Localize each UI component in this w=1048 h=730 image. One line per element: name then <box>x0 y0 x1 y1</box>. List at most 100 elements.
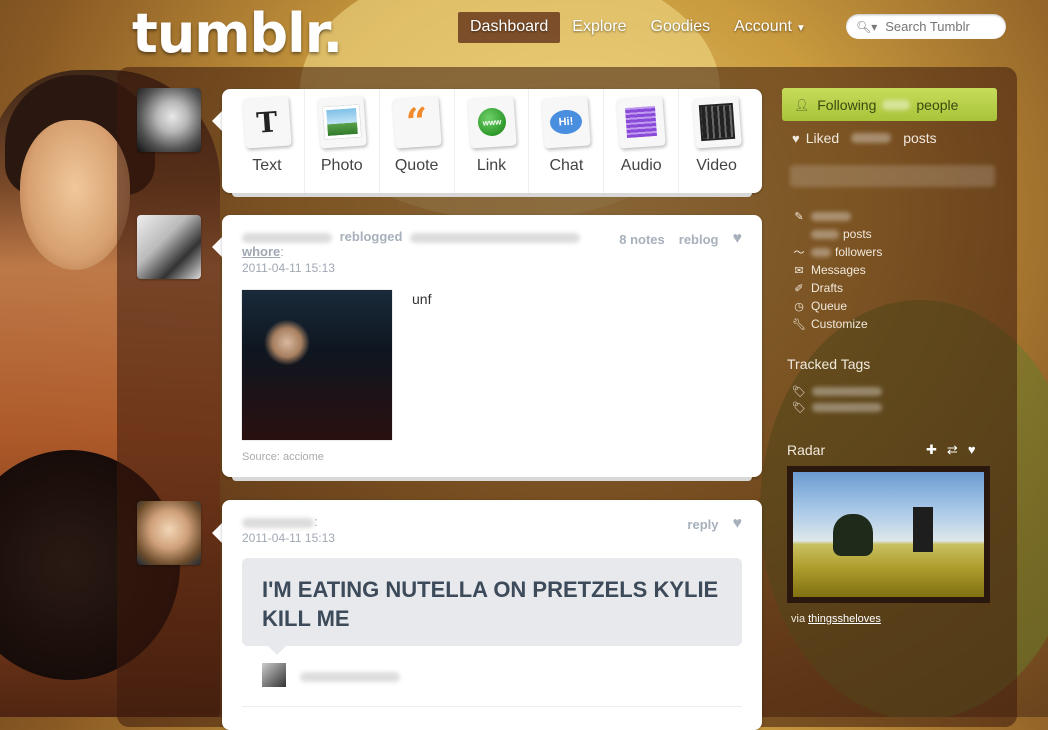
tracked-tag[interactable]: 🏷︎ <box>792 383 882 399</box>
post-header: : <box>242 514 742 529</box>
sidebar-item-customize[interactable]: 🔧︎ Customize <box>792 315 882 333</box>
tracked-tags-list: 🏷︎ 🏷︎ <box>792 383 882 415</box>
post-controls: reply ♥ <box>687 515 742 533</box>
post-type-label: Photo <box>320 157 363 174</box>
redacted-tag <box>811 386 882 396</box>
redacted-blog-name[interactable] <box>790 165 995 187</box>
chat-bubble: I'M EATING NUTELLA ON PRETZELS KYLIE KIL… <box>242 558 742 655</box>
background-character-face <box>20 120 130 270</box>
liked-link[interactable]: ♥ Liked posts <box>792 130 937 146</box>
post-type-composer: T Text Photo “ Quote www Link Hi! Chat A… <box>222 89 762 197</box>
radar-title: Radar <box>787 442 826 458</box>
reblog-icon[interactable]: ⇄ <box>947 442 958 458</box>
avatar-pointer <box>212 523 222 543</box>
nav-dashboard[interactable]: Dashboard <box>458 12 561 43</box>
chevron-down-icon: ▼ <box>795 23 806 34</box>
radar-actions: ✚ ⇄ ♥ <box>926 442 976 458</box>
clock-icon: ◷ <box>794 300 804 313</box>
post-type-label: Audio <box>620 157 662 174</box>
post-author-avatar[interactable] <box>137 501 201 565</box>
text-icon: T <box>242 95 292 149</box>
post-date: 2011-04-11 15:13 <box>242 531 335 545</box>
post-type-text[interactable]: T Text <box>230 89 305 193</box>
redacted-username <box>242 232 332 243</box>
redacted-count <box>811 229 839 239</box>
redacted-username <box>300 672 400 682</box>
radar-user-link[interactable]: thingssheloves <box>808 613 881 625</box>
plus-icon[interactable]: ✚ <box>926 442 937 458</box>
post-photo[interactable] <box>242 290 392 440</box>
following-button[interactable]: 👤︎ Following people <box>782 88 997 121</box>
radar-photo[interactable] <box>793 472 984 597</box>
post-type-label: Text <box>252 157 282 174</box>
redacted-username <box>242 517 314 528</box>
post-body-text: unf <box>412 291 432 307</box>
nav-account-label: Account <box>734 18 792 35</box>
sidebar-item-queue[interactable]: ◷ Queue <box>792 297 882 315</box>
followers-icon: 〜 <box>793 247 805 259</box>
search-input[interactable] <box>883 18 1006 35</box>
sidebar-item-messages[interactable]: ✉ Messages <box>792 261 882 279</box>
post-header-colon: : <box>314 514 318 529</box>
post-controls: 8 notes reblog ♥ <box>619 230 742 248</box>
tracked-tags-title: Tracked Tags <box>787 356 871 372</box>
heart-icon[interactable]: ♥ <box>733 230 743 248</box>
notes-count[interactable]: 8 notes <box>619 232 665 247</box>
post-author-link[interactable]: whore <box>242 244 280 259</box>
post-type-video[interactable]: Video <box>679 89 754 193</box>
redacted-count <box>882 99 911 110</box>
following-label: Following <box>817 96 877 113</box>
chat-icon: Hi! <box>541 95 592 149</box>
post-type-label: Chat <box>549 157 584 174</box>
post-type-audio[interactable]: Audio <box>604 89 680 193</box>
sidebar-item-drafts[interactable]: ✐ Drafts <box>792 279 882 297</box>
tumblr-logo[interactable]: tumblr. <box>132 2 343 65</box>
redacted-blog-name <box>811 211 851 221</box>
sidebar-item-posts[interactable]: posts <box>792 225 882 243</box>
post-type-link[interactable]: www Link <box>455 89 530 193</box>
radar-attribution: via thingssheloves <box>791 613 881 625</box>
redacted-count <box>811 247 831 257</box>
video-icon <box>691 95 742 149</box>
radar-photo-frame <box>787 466 990 603</box>
tag-icon: 🏷︎ <box>792 385 806 398</box>
radar-via-label: via <box>791 613 806 625</box>
blog-links: ✎ posts 〜 followers ✉ Messages ✐ Drafts ◷ Qu… <box>792 207 882 333</box>
reply-avatar[interactable] <box>262 663 286 687</box>
user-avatar[interactable] <box>137 88 201 152</box>
nav-goodies[interactable]: Goodies <box>639 12 723 43</box>
search-icon: 🔍︎▾ <box>856 19 878 34</box>
heart-icon[interactable]: ♥ <box>968 442 976 458</box>
tree-shape <box>833 514 873 556</box>
sidebar-item-blog[interactable]: ✎ <box>792 207 882 225</box>
sidebar-item-followers[interactable]: 〜 followers <box>792 243 883 261</box>
post-type-quote[interactable]: “ Quote <box>380 89 455 193</box>
reply-button[interactable]: reply <box>687 517 718 532</box>
windmill-shape <box>913 507 933 552</box>
wrench-icon: 🔧︎ <box>792 318 806 331</box>
heart-icon[interactable]: ♥ <box>733 515 743 533</box>
tag-icon: 🏷︎ <box>792 401 806 414</box>
redacted-count <box>851 133 892 143</box>
mail-icon: ✉ <box>794 264 804 277</box>
drafts-icon: ✐ <box>794 282 804 295</box>
search-box[interactable]: 🔍︎▾ <box>846 14 1006 39</box>
post-type-chat[interactable]: Hi! Chat <box>529 89 605 193</box>
avatar-pointer <box>212 111 222 131</box>
post-card: reblogged whore: 2011-04-11 15:13 8 note… <box>222 215 762 481</box>
liked-label: Liked <box>805 130 840 146</box>
reblog-button[interactable]: reblog <box>679 232 719 247</box>
redacted-username <box>410 232 581 243</box>
top-navigation: Dashboard Explore Goodies Account ▼ <box>458 12 818 43</box>
post-author-avatar[interactable] <box>137 215 201 279</box>
post-type-label: Quote <box>394 157 439 174</box>
post-type-photo[interactable]: Photo <box>305 89 380 193</box>
post-source: Source: acciome <box>242 451 324 463</box>
tracked-tag[interactable]: 🏷︎ <box>792 399 882 415</box>
photo-icon <box>317 95 367 149</box>
user-icon: 👤︎ <box>794 97 810 112</box>
redacted-tag <box>811 402 882 412</box>
nav-explore[interactable]: Explore <box>560 12 638 43</box>
nav-account[interactable]: Account ▼ <box>722 12 818 43</box>
post-type-label: Link <box>476 157 507 174</box>
